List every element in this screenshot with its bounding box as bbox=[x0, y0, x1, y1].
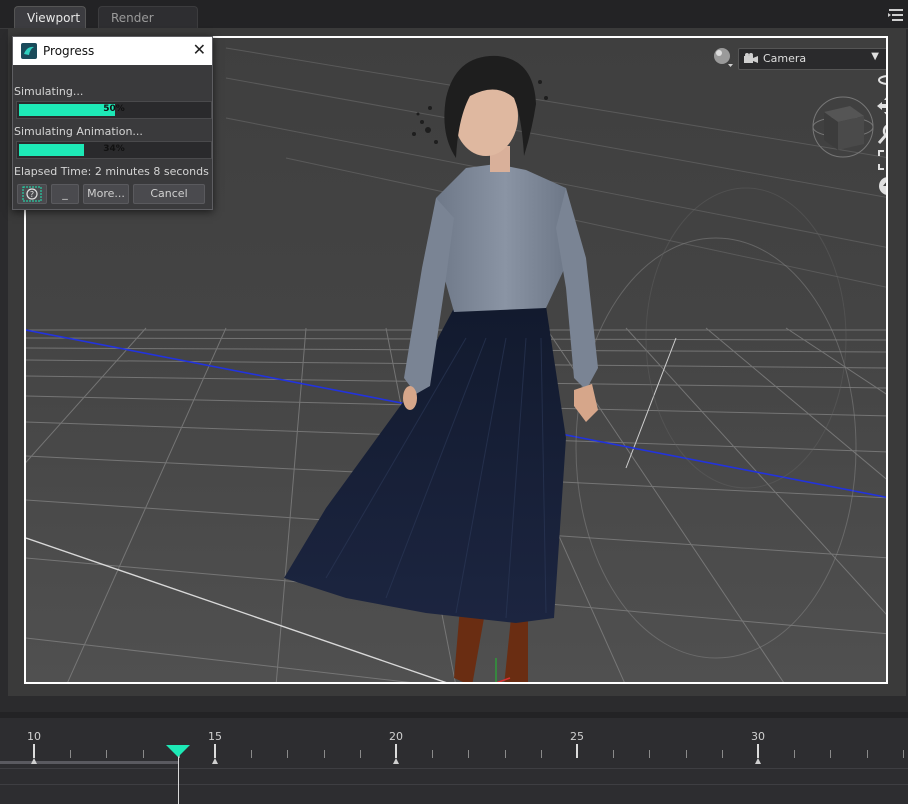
keyframe-marker[interactable] bbox=[393, 758, 399, 764]
keyframe-marker[interactable] bbox=[212, 758, 218, 764]
minor-tick bbox=[432, 750, 433, 758]
minor-tick bbox=[722, 750, 723, 758]
app-icon bbox=[21, 43, 37, 59]
timeline-range-bar bbox=[0, 761, 178, 764]
panel-menu-icon[interactable] bbox=[888, 8, 904, 22]
view-cube[interactable] bbox=[808, 92, 878, 162]
major-tick bbox=[214, 744, 216, 758]
frame-icon[interactable] bbox=[876, 148, 888, 172]
minor-tick bbox=[324, 750, 325, 758]
help-icon: ? bbox=[22, 186, 42, 202]
playhead-line bbox=[178, 756, 179, 804]
progress-dialog: Progress ✕ Simulating... 50% Simulating … bbox=[12, 36, 213, 210]
minor-tick bbox=[251, 750, 252, 758]
progress-dialog-titlebar[interactable]: Progress ✕ bbox=[13, 37, 212, 65]
minimize-button[interactable]: _ bbox=[51, 184, 79, 204]
progress-bar-simulating: 50% bbox=[16, 101, 212, 119]
minor-tick bbox=[830, 750, 831, 758]
frame-label: 15 bbox=[208, 730, 222, 743]
minor-tick bbox=[541, 750, 542, 758]
frame-label: 20 bbox=[389, 730, 403, 743]
step-label-simulating: Simulating... bbox=[14, 85, 84, 98]
timeline[interactable]: 10 15 20 25 30 bbox=[0, 718, 908, 804]
minor-tick bbox=[468, 750, 469, 758]
more-button[interactable]: More... bbox=[83, 184, 129, 204]
svg-text:?: ? bbox=[30, 190, 34, 199]
major-tick bbox=[395, 744, 397, 758]
progress-bar-animation: 34% bbox=[16, 141, 212, 159]
tab-render-library[interactable]: Render Library bbox=[98, 6, 198, 47]
elapsed-time: Elapsed Time: 2 minutes 8 seconds bbox=[14, 165, 209, 178]
progress-percent: 34% bbox=[103, 144, 125, 154]
progress-percent: 50% bbox=[103, 104, 125, 114]
orbit-icon[interactable] bbox=[876, 66, 888, 90]
minor-tick bbox=[70, 750, 71, 758]
camera-icon bbox=[744, 53, 758, 63]
minor-tick bbox=[143, 750, 144, 758]
keyframe-marker[interactable] bbox=[755, 758, 761, 764]
timeline-track-divider bbox=[0, 768, 908, 769]
chevron-down-icon: ▼ bbox=[871, 51, 879, 62]
major-tick bbox=[757, 744, 759, 758]
step-label-simulating-animation: Simulating Animation... bbox=[14, 125, 143, 138]
minor-tick bbox=[613, 750, 614, 758]
minor-tick bbox=[794, 750, 795, 758]
camera-select[interactable]: Camera ▼ bbox=[738, 48, 886, 70]
pan-icon[interactable] bbox=[876, 94, 888, 118]
major-tick bbox=[33, 744, 35, 758]
reset-view-icon[interactable] bbox=[876, 174, 888, 198]
minor-tick bbox=[505, 750, 506, 758]
tab-viewport[interactable]: Viewport bbox=[14, 6, 86, 28]
close-icon[interactable]: ✕ bbox=[193, 41, 206, 59]
shading-ball-icon[interactable] bbox=[712, 46, 734, 68]
frame-label: 10 bbox=[27, 730, 41, 743]
minor-tick bbox=[867, 750, 868, 758]
minor-tick bbox=[106, 750, 107, 758]
major-tick bbox=[576, 744, 578, 758]
playhead-marker[interactable] bbox=[166, 745, 190, 757]
frame-label: 30 bbox=[751, 730, 765, 743]
minor-tick bbox=[287, 750, 288, 758]
panel-tab-bar: Viewport Render Library bbox=[0, 0, 908, 47]
minor-tick bbox=[686, 750, 687, 758]
zoom-icon[interactable] bbox=[876, 122, 888, 146]
keyframe-marker[interactable] bbox=[31, 758, 37, 764]
cancel-button[interactable]: Cancel bbox=[133, 184, 205, 204]
camera-select-label: Camera bbox=[763, 52, 807, 65]
frame-label: 25 bbox=[570, 730, 584, 743]
help-button[interactable]: ? bbox=[17, 184, 47, 204]
minor-tick bbox=[360, 750, 361, 758]
minor-tick bbox=[903, 750, 904, 758]
progress-dialog-title: Progress bbox=[43, 44, 95, 58]
timeline-track-divider bbox=[0, 784, 908, 785]
minor-tick bbox=[649, 750, 650, 758]
